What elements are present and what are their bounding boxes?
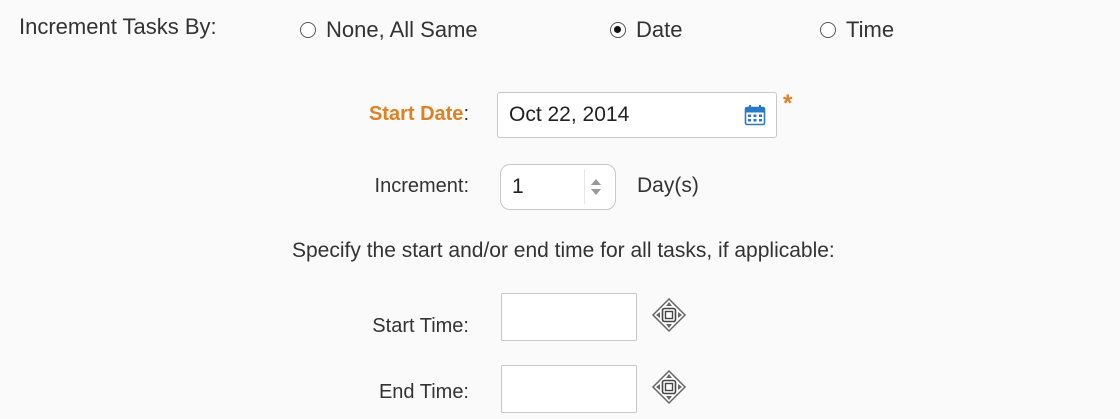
increment-label: Increment: bbox=[374, 175, 469, 197]
stepper-up-icon[interactable] bbox=[591, 179, 601, 185]
end-time-label: End Time: bbox=[378, 381, 469, 403]
radio-none-all-same-indicator[interactable] bbox=[300, 22, 316, 38]
calendar-icon[interactable] bbox=[744, 104, 766, 126]
start-date-label-text: Start Date bbox=[368, 103, 464, 125]
radio-none-all-same-label[interactable]: None, All Same bbox=[326, 17, 478, 43]
time-picker-icon[interactable] bbox=[651, 369, 687, 405]
start-date-field[interactable]: Oct 22, 2014 bbox=[497, 92, 777, 138]
required-marker: * bbox=[783, 90, 793, 117]
start-date-label: Start Date: bbox=[369, 103, 469, 126]
time-note: Specify the start and/or end time for al… bbox=[292, 239, 835, 262]
radio-none-all-same[interactable]: None, All Same bbox=[300, 17, 478, 43]
stepper-arrows-icon[interactable] bbox=[584, 170, 607, 204]
start-date-value[interactable]: Oct 22, 2014 bbox=[498, 103, 744, 127]
radio-date-indicator[interactable] bbox=[610, 22, 626, 38]
start-date-label-colon: : bbox=[463, 103, 469, 125]
increment-tasks-by-label: Increment Tasks By: bbox=[19, 14, 217, 39]
radio-time-label[interactable]: Time bbox=[846, 17, 894, 43]
radio-time-indicator[interactable] bbox=[820, 22, 836, 38]
start-time-field[interactable] bbox=[501, 293, 637, 341]
start-time-label: Start Time: bbox=[372, 315, 469, 337]
end-time-field[interactable] bbox=[501, 365, 637, 413]
radio-time[interactable]: Time bbox=[820, 17, 894, 43]
stepper-down-icon[interactable] bbox=[591, 189, 601, 195]
increment-value[interactable]: 1 bbox=[501, 175, 584, 199]
radio-date[interactable]: Date bbox=[610, 17, 682, 43]
radio-date-label[interactable]: Date bbox=[636, 17, 682, 43]
increment-stepper[interactable]: 1 bbox=[500, 164, 616, 210]
time-picker-icon[interactable] bbox=[651, 297, 687, 333]
increment-unit: Day(s) bbox=[637, 174, 699, 197]
